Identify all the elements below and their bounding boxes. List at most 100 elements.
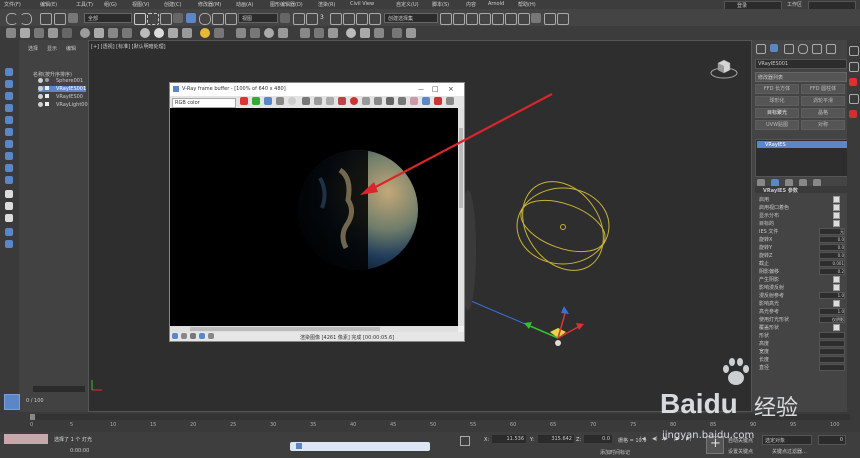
vray-plane-icon[interactable] [94,28,104,38]
modifier-list-dropdown[interactable]: 修改器列表 [755,72,847,82]
param-checkbox[interactable] [833,276,840,283]
keyboard-shortcut-icon[interactable] [306,13,318,25]
window-crossing-icon[interactable] [173,13,183,23]
vray-fur-icon[interactable] [122,28,132,38]
menu-content[interactable]: 内容 [466,1,476,8]
blue-channel-icon[interactable] [264,97,272,105]
eye-icon[interactable] [38,102,43,107]
render-production-icon[interactable] [557,13,569,25]
schematic-view-icon[interactable] [505,13,517,25]
vray-ambient-icon[interactable] [182,28,192,38]
menu-file[interactable]: 文件(F) [4,1,21,8]
rect-selection-icon[interactable] [160,13,172,25]
vray-render-icon[interactable] [20,28,30,38]
vray-light-lister-icon[interactable] [62,28,72,38]
mirror-icon[interactable] [440,13,452,25]
param-spinner[interactable]: 0.0 [819,244,845,251]
param-checkbox[interactable] [833,220,840,227]
param-checkbox[interactable] [833,196,840,203]
vray-toon-icon[interactable] [328,28,338,38]
vray-light-icon[interactable] [140,28,150,38]
transform-gizmo[interactable] [524,306,584,346]
column-header[interactable]: 名称(按升序排序) [33,71,72,78]
eye-icon[interactable] [38,86,43,91]
param-spinner[interactable] [819,364,845,371]
display-xrefs-icon[interactable] [5,164,13,172]
display-groups-icon[interactable] [5,152,13,160]
list-item-selected[interactable]: VRayIES001 [38,86,86,92]
param-spinner[interactable] [819,340,845,347]
list-item[interactable]: VRayLight00 [38,102,88,108]
placement-icon[interactable] [225,13,237,25]
set-key-label[interactable]: 设置关键点 [728,448,753,455]
undo-icon[interactable] [6,13,18,25]
display-lights-icon[interactable] [5,104,13,112]
status-icon-4[interactable] [199,333,205,339]
alpha-channel-icon[interactable] [276,97,284,105]
display-spacewarps-icon[interactable] [5,140,13,148]
param-spinner[interactable]: 0.001 [819,260,845,267]
vray-help-icon[interactable] [406,28,416,38]
select-manipulate-icon[interactable] [293,13,305,25]
rollout-header[interactable]: VRayIES 参数 [755,186,855,194]
list-item[interactable]: Sphere001 [38,78,86,84]
rotate-icon[interactable] [199,13,211,25]
vray-sphere-icon[interactable] [80,28,90,38]
vray-settings-icon[interactable] [392,28,402,38]
modifier-button-ffd-cyl[interactable]: FFD 圆柱体 [801,84,845,94]
edit-named-sets-icon[interactable] [369,13,381,25]
selection-filter-dropdown[interactable]: 全部 [84,13,132,23]
motion-tab-icon[interactable] [798,44,808,54]
red-swatch-2[interactable] [849,110,857,118]
eye-icon[interactable] [38,78,43,83]
vray-displacement-icon[interactable] [278,28,288,38]
menu-rendering[interactable]: 渲染(R) [318,1,335,8]
menu-animation[interactable]: 动画(A) [236,1,253,8]
menu-modifiers[interactable]: 修改器(M) [198,1,221,8]
utilities-tab-icon[interactable] [826,44,836,54]
maxscript-listener[interactable] [4,434,48,444]
list-item[interactable]: VRayIES00 [38,94,86,100]
explorer-hscroll[interactable] [33,386,85,392]
menu-graph-editors[interactable]: 图形编辑器(D) [270,1,303,8]
modifier-button-symmetry[interactable]: 对称 [801,120,845,130]
param-spinner[interactable]: 0.0 [819,236,845,243]
param-field[interactable]: 仅阴影 [819,316,845,323]
display-bones-icon[interactable] [5,176,13,184]
display-all-icon[interactable] [5,190,13,198]
red-channel-icon[interactable] [240,97,248,105]
align-icon[interactable] [453,13,465,25]
menu-views[interactable]: 视图(V) [132,1,149,8]
display-shapes-icon[interactable] [5,92,13,100]
rendered-frame-window-icon[interactable] [544,13,556,25]
explorer-layer-icon[interactable] [4,394,20,410]
toggle-ribbon-icon[interactable] [479,13,491,25]
vray-fog-icon[interactable] [314,28,324,38]
param-spinner[interactable]: 1.0 [819,292,845,299]
status-icon-2[interactable] [181,333,187,339]
param-checkbox[interactable] [833,300,840,307]
bind-space-warp-icon[interactable] [68,13,78,23]
param-checkbox[interactable] [833,204,840,211]
vray-scene-icon[interactable] [374,28,384,38]
hscroll-thumb[interactable] [190,327,380,331]
object-name-field[interactable]: VRayIES001 [755,59,847,69]
named-selection-dropdown[interactable]: 创建选择集 [384,13,438,23]
menu-arnold[interactable]: Arnold [488,1,504,7]
green-channel-icon[interactable] [252,97,260,105]
menu-help[interactable]: 帮助(H) [518,1,536,8]
sort-icon[interactable] [5,240,13,248]
modify-tab-icon[interactable] [770,44,778,52]
pivot-center-icon[interactable] [280,13,290,23]
lock-selection-icon[interactable] [460,436,470,446]
brush-icon[interactable] [849,46,859,56]
curve-editor-icon[interactable] [492,13,504,25]
scale-icon[interactable] [212,13,224,25]
vray-bake-icon[interactable] [346,28,356,38]
stack-item[interactable]: VRayIES [757,141,857,148]
vray-material-icon[interactable] [236,28,246,38]
reference-coord-dropdown[interactable]: 视图 [238,13,278,23]
vray-viewport-icon[interactable] [48,28,58,38]
create-tab-icon[interactable] [756,44,766,54]
select-object-icon[interactable] [134,13,146,25]
